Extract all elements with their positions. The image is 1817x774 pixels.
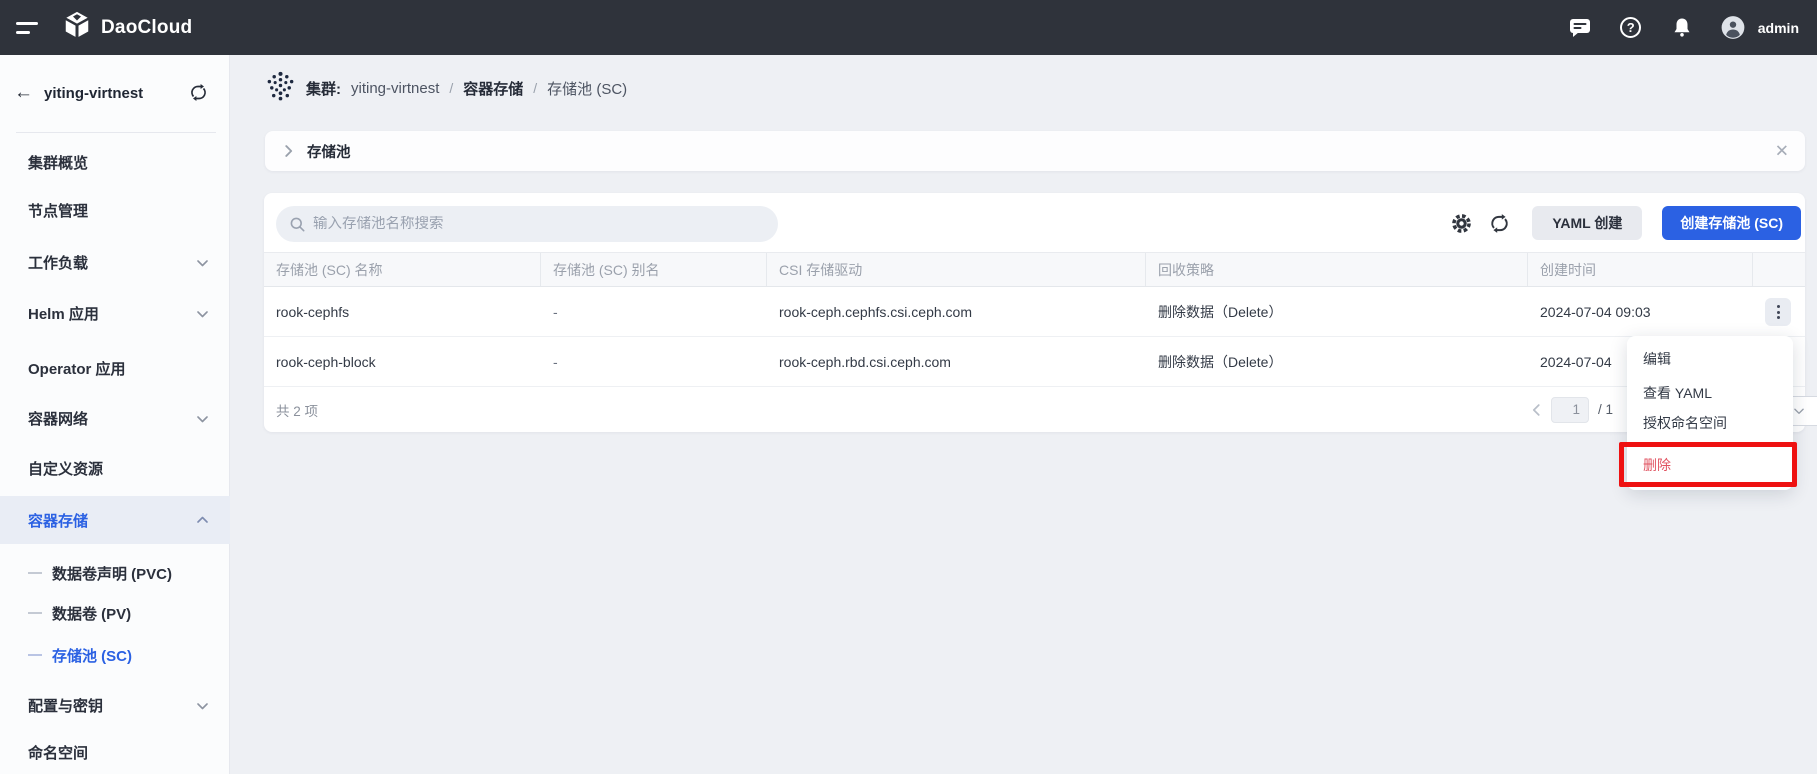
storage-class-card: YAML 创建 创建存储池 (SC) 存储池 (SC) 名称 存储池 (SC) …	[264, 193, 1805, 432]
sidebar-item-workloads[interactable]: 工作负载	[0, 238, 230, 286]
sidebar-item-node-management[interactable]: 节点管理	[0, 186, 230, 234]
gear-icon[interactable]	[1448, 210, 1474, 236]
pagination-controls: 1 / 1	[1530, 387, 1613, 432]
total-count: 共 2 项	[276, 400, 318, 420]
search-icon	[290, 217, 305, 232]
sidebar-item-helm-apps[interactable]: Helm 应用	[0, 289, 230, 337]
avatar[interactable]	[1721, 16, 1745, 40]
banner-title: 存储池	[307, 141, 351, 162]
sc-driver: rook-ceph.cephfs.csi.ceph.com	[767, 287, 1146, 336]
breadcrumb-section[interactable]: 容器存储	[463, 78, 523, 99]
sidebar-item-pvc[interactable]: 数据卷声明 (PVC)	[0, 555, 230, 591]
breadcrumb-page: 存储池 (SC)	[547, 78, 627, 99]
sidebar-item-cluster-overview[interactable]: 集群概览	[0, 138, 230, 186]
sc-name[interactable]: rook-cephfs	[264, 287, 541, 336]
breadcrumb-cluster-value[interactable]: yiting-virtnest	[351, 80, 439, 97]
topbar: DaoCloud ?	[0, 0, 1817, 55]
menu-item-view-yaml[interactable]: 查看 YAML	[1627, 379, 1793, 407]
chevron-up-icon	[197, 512, 208, 529]
refresh-icon[interactable]	[1486, 210, 1512, 236]
sidebar-item-namespaces[interactable]: 命名空间	[0, 728, 230, 774]
col-actions	[1753, 253, 1805, 286]
col-policy: 回收策略	[1146, 253, 1528, 286]
row-actions-kebab-icon[interactable]	[1765, 298, 1791, 326]
sidebar: ← yiting-virtnest 集群概览 节点管理 工作负载 Helm 应用	[0, 55, 230, 774]
back-arrow-icon[interactable]: ←	[14, 83, 33, 102]
sc-alias: -	[541, 337, 767, 386]
daocloud-logo-icon	[62, 10, 92, 45]
sidebar-item-config-secrets[interactable]: 配置与密钥	[0, 681, 230, 729]
sidebar-item-container-storage[interactable]: 容器存储	[0, 496, 230, 544]
app-screen: DaoCloud ?	[0, 0, 1817, 774]
sc-driver: rook-ceph.rbd.csi.ceph.com	[767, 337, 1146, 386]
info-banner: 存储池 ✕	[265, 131, 1805, 171]
hamburger-menu-icon[interactable]	[16, 22, 42, 34]
breadcrumb: 集群: yiting-virtnest / 容器存储 / 存储池 (SC)	[265, 70, 627, 106]
topbar-actions: ? admin	[1568, 16, 1799, 40]
chevron-right-icon[interactable]	[280, 145, 298, 157]
col-created: 创建时间	[1528, 253, 1753, 286]
page-indicator: / 1	[1598, 402, 1613, 417]
col-driver: CSI 存储驱动	[767, 253, 1146, 286]
search-box	[276, 206, 778, 242]
sidebar-item-custom-resources[interactable]: 自定义资源	[0, 444, 230, 492]
pagination: 共 2 项 1 / 1	[264, 387, 1805, 432]
bell-icon[interactable]	[1670, 16, 1694, 40]
username[interactable]: admin	[1758, 20, 1799, 36]
table-row: rook-ceph-block - rook-ceph.rbd.csi.ceph…	[264, 337, 1805, 387]
cluster-switch-icon[interactable]	[189, 84, 208, 106]
page-input[interactable]: 1	[1551, 397, 1589, 423]
toolbar: YAML 创建 创建存储池 (SC)	[264, 193, 1805, 252]
brand[interactable]: DaoCloud	[62, 10, 192, 45]
cluster-dots-icon	[265, 70, 296, 106]
table-row: rook-cephfs - rook-ceph.cephfs.csi.ceph.…	[264, 287, 1805, 337]
close-icon[interactable]: ✕	[1775, 143, 1789, 160]
chevron-down-icon	[197, 410, 208, 427]
create-sc-button[interactable]: 创建存储池 (SC)	[1662, 206, 1801, 240]
sc-created: 2024-07-04 09:03	[1528, 287, 1753, 336]
chevron-down-icon	[197, 305, 208, 322]
sidebar-cluster-name: yiting-virtnest	[44, 85, 143, 102]
breadcrumb-cluster-label: 集群:	[306, 78, 341, 99]
sidebar-item-operator-apps[interactable]: Operator 应用	[0, 344, 230, 392]
sc-alias: -	[541, 287, 767, 336]
prev-page-icon[interactable]	[1527, 404, 1545, 416]
menu-item-delete[interactable]: 删除	[1627, 451, 1793, 479]
chevron-down-icon	[197, 697, 208, 714]
sc-name[interactable]: rook-ceph-block	[264, 337, 541, 386]
chevron-down-icon	[197, 254, 208, 271]
col-alias: 存储池 (SC) 别名	[541, 253, 767, 286]
help-icon[interactable]: ?	[1619, 16, 1643, 40]
yaml-create-button[interactable]: YAML 创建	[1532, 206, 1642, 240]
chat-icon[interactable]	[1568, 16, 1592, 40]
toolbar-actions: YAML 创建 创建存储池 (SC)	[1448, 205, 1801, 241]
sidebar-item-pv[interactable]: 数据卷 (PV)	[0, 595, 230, 631]
chevron-down-icon	[1794, 402, 1804, 420]
brand-name: DaoCloud	[101, 17, 192, 39]
menu-item-authorize-namespace[interactable]: 授权命名空间	[1627, 409, 1793, 437]
row-context-menu: 编辑 查看 YAML 授权命名空间 删除	[1627, 336, 1793, 490]
table-header: 存储池 (SC) 名称 存储池 (SC) 别名 CSI 存储驱动 回收策略 创建…	[264, 252, 1805, 287]
sidebar-item-sc[interactable]: 存储池 (SC)	[0, 637, 230, 673]
sc-policy: 删除数据（Delete）	[1146, 287, 1528, 336]
sidebar-item-container-network[interactable]: 容器网络	[0, 394, 230, 442]
sidebar-header: ← yiting-virtnest	[0, 55, 230, 133]
search-input[interactable]	[313, 216, 764, 232]
sc-policy: 删除数据（Delete）	[1146, 337, 1528, 386]
menu-item-edit[interactable]: 编辑	[1627, 345, 1793, 373]
col-name: 存储池 (SC) 名称	[264, 253, 541, 286]
